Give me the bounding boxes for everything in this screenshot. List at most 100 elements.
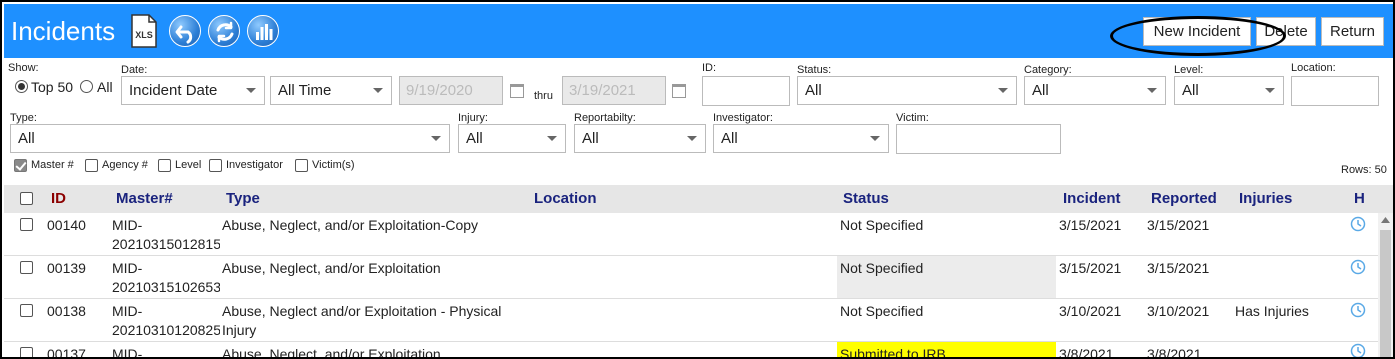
row-reported-date: 3/8/2021 — [1147, 346, 1202, 359]
level-select[interactable]: All — [1174, 76, 1284, 105]
row-checkbox[interactable] — [20, 218, 33, 231]
injury-label: Injury: — [458, 112, 488, 124]
reportability-select[interactable]: All — [574, 124, 706, 153]
row-incident-date: 3/8/2021 — [1059, 346, 1114, 359]
header-injuries[interactable]: Injuries — [1239, 190, 1292, 207]
level-column-label: Level — [175, 159, 202, 171]
history-clock-icon[interactable] — [1350, 302, 1366, 318]
injury-select[interactable]: All — [458, 124, 566, 153]
from-date-input[interactable]: 9/19/2020 — [399, 76, 503, 105]
all-label: All — [97, 79, 113, 95]
victim-column-checkbox[interactable] — [295, 159, 308, 172]
top50-label: Top 50 — [31, 79, 74, 95]
row-reported-date: 3/15/2021 — [1147, 260, 1210, 276]
to-calendar-icon[interactable] — [672, 84, 686, 98]
row-type: Abuse, Neglect, and/or Exploitation-Copy — [222, 217, 479, 233]
export-xls-icon[interactable]: XLS — [129, 14, 161, 48]
row-checkbox[interactable] — [20, 304, 33, 317]
all-radio[interactable] — [80, 80, 93, 93]
victim-input[interactable] — [896, 124, 1061, 154]
annotation-ellipse — [1110, 16, 1286, 56]
show-label: Show: — [8, 62, 39, 74]
scrollbar-thumb[interactable] — [1380, 230, 1391, 357]
header-incident[interactable]: Incident — [1063, 190, 1121, 207]
row-master-line2: 20210315102653 — [112, 279, 220, 295]
header-h[interactable]: H — [1354, 190, 1365, 207]
category-label: Category: — [1024, 64, 1072, 76]
status-label: Status: — [797, 64, 832, 76]
investigator-value: All — [721, 130, 738, 147]
row-master-line1: MID- — [112, 260, 143, 276]
investigator-column-checkbox[interactable] — [209, 159, 222, 172]
header-master[interactable]: Master# — [116, 190, 173, 207]
row-injuries: Has Injuries — [1235, 303, 1309, 319]
level-value: All — [1182, 82, 1199, 99]
date-range-select[interactable]: All Time — [270, 76, 392, 105]
level-label: Level: — [1174, 64, 1204, 76]
type-label: Type: — [10, 112, 37, 124]
date-type-select[interactable]: Incident Date — [121, 76, 265, 105]
to-date-input[interactable]: 3/19/2021 — [562, 76, 666, 105]
row-id[interactable]: 00137 — [47, 344, 86, 357]
location-input[interactable] — [1291, 76, 1379, 106]
row-status: Not Specified — [840, 217, 924, 233]
investigator-label: Investigator: — [713, 112, 773, 124]
header-reported[interactable]: Reported — [1151, 190, 1217, 207]
history-clock-icon[interactable] — [1350, 343, 1366, 359]
header-status[interactable]: Status — [843, 190, 889, 207]
table-row[interactable]: 00138 MID- 20210310120825 Abuse, Neglect… — [4, 299, 1378, 342]
status-select[interactable]: All — [797, 76, 1017, 105]
table-row[interactable]: 00140 MID- 20210315012815 Abuse, Neglect… — [4, 213, 1378, 256]
row-type: Abuse, Neglect, and/or Exploitation — [222, 346, 441, 359]
victim-column-label: Victim(s) — [312, 159, 355, 171]
agency-column-checkbox[interactable] — [85, 159, 98, 172]
row-id[interactable]: 00138 — [47, 301, 86, 321]
date-type-value: Incident Date — [129, 82, 218, 99]
row-incident-date: 3/15/2021 — [1059, 217, 1122, 233]
row-master-line2: 20210315012815 — [112, 236, 220, 252]
history-clock-icon[interactable] — [1350, 259, 1366, 275]
scroll-up-icon[interactable] — [1380, 216, 1391, 224]
type-select[interactable]: All — [10, 124, 450, 153]
header-type[interactable]: Type — [226, 190, 260, 207]
type-value: All — [18, 130, 35, 147]
header-location[interactable]: Location — [534, 190, 597, 207]
row-checkbox[interactable] — [20, 261, 33, 274]
header-id[interactable]: ID — [51, 190, 66, 207]
chart-icon[interactable] — [247, 15, 279, 47]
row-checkbox[interactable] — [20, 347, 33, 357]
return-button[interactable]: Return — [1321, 17, 1384, 46]
table-row[interactable]: 00139 MID- 20210315102653 Abuse, Neglect… — [4, 256, 1378, 299]
row-master-line1: MID- — [112, 303, 143, 319]
date-label: Date: — [121, 64, 148, 76]
row-type: Abuse, Neglect, and/or Exploitation — [222, 260, 441, 276]
row-master-line1: MID- — [112, 217, 143, 233]
undo-icon[interactable] — [169, 15, 201, 47]
top50-radio[interactable] — [15, 80, 28, 93]
investigator-select[interactable]: All — [713, 124, 889, 153]
refresh-icon[interactable] — [208, 15, 240, 47]
category-select[interactable]: All — [1024, 76, 1166, 105]
select-all-checkbox[interactable] — [20, 192, 33, 205]
row-status: Submitted to IRB — [840, 346, 946, 359]
row-incident-date: 3/15/2021 — [1059, 260, 1122, 276]
row-status: Not Specified — [840, 260, 924, 276]
table-row[interactable]: 00137 MID- Abuse, Neglect, and/or Exploi… — [4, 342, 1378, 359]
row-status: Not Specified — [840, 303, 924, 319]
level-column-checkbox[interactable] — [158, 159, 171, 172]
row-type: Abuse, Neglect and/or Exploitation - Phy… — [222, 303, 502, 319]
row-type-line2: Injury — [222, 322, 257, 338]
master-column-label: Master # — [31, 159, 74, 171]
header-bar: Incidents XLS New Incident Delete Return — [4, 4, 1393, 58]
row-incident-date: 3/10/2021 — [1059, 303, 1122, 319]
injury-value: All — [466, 130, 483, 147]
id-label: ID: — [702, 62, 717, 74]
from-calendar-icon[interactable] — [510, 84, 524, 98]
master-column-checkbox[interactable] — [14, 159, 27, 172]
row-id[interactable]: 00139 — [47, 258, 86, 278]
reportability-label: Reportabilty: — [574, 112, 636, 124]
id-input[interactable] — [702, 76, 790, 106]
row-id[interactable]: 00140 — [47, 215, 86, 235]
history-clock-icon[interactable] — [1350, 216, 1366, 232]
thru-label: thru — [534, 90, 553, 102]
